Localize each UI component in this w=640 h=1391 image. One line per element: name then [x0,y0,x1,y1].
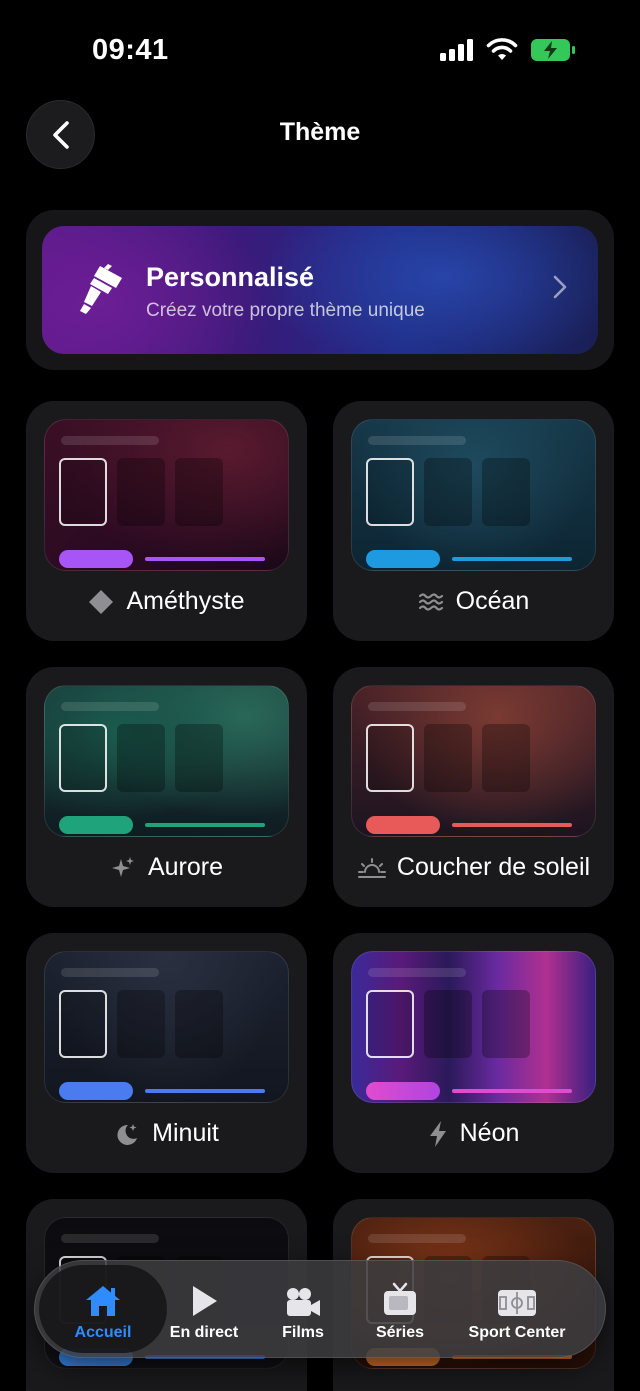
custom-theme-subtitle: Créez votre propre thème unique [146,300,425,321]
sunset-icon [357,857,386,878]
stadium-icon [498,1290,536,1316]
wifi-icon [486,38,518,60]
theme-label: Coucher de soleil [396,853,591,881]
theme-preview [44,951,289,1103]
battery-charging-icon [531,39,575,61]
theme-card-amethyste[interactable]: Améthyste [26,401,307,641]
theme-label: Néon [459,1119,520,1147]
tab-label: Films [282,1324,324,1341]
waves-icon [418,592,443,611]
theme-card-coucher-de-soleil[interactable]: Coucher de soleil [333,667,614,907]
tab-label: Séries [375,1324,425,1341]
tab-films[interactable]: Films [257,1261,349,1359]
cellular-signal-icon [440,39,473,61]
theme-screen: 09:41 Thème Personnalisé Créez votre pro… [0,0,640,1391]
bolt-icon [429,1120,446,1147]
theme-card-neon[interactable]: Néon [333,933,614,1173]
theme-label: Océan [455,587,530,615]
page-title: Thème [279,118,361,146]
custom-theme-title: Personnalisé [146,262,315,292]
status-bar: 09:41 [0,0,640,100]
tab-label: En direct [169,1324,239,1341]
theme-card-ocean[interactable]: Océan [333,401,614,641]
theme-preview [44,419,289,571]
diamond-icon [89,589,114,614]
tab-en-direct[interactable]: En direct [155,1261,253,1359]
theme-card-aurore[interactable]: Aurore [26,667,307,907]
sparkles-icon [111,856,134,877]
play-icon [193,1286,217,1316]
tab-sport-center[interactable]: Sport Center [455,1261,579,1359]
chevron-right-icon [553,275,567,299]
tv-icon [384,1282,416,1315]
house-icon [86,1286,120,1316]
moon-stars-icon [117,1123,138,1145]
theme-preview [44,685,289,837]
theme-label: Aurore [147,853,224,881]
theme-preview [351,685,596,837]
tab-label: Accueil [74,1324,132,1341]
theme-label: Minuit [152,1119,219,1147]
theme-preview [351,419,596,571]
theme-preview [351,951,596,1103]
tab-accueil[interactable]: Accueil [39,1261,167,1359]
status-time: 09:41 [92,34,169,66]
tab-series[interactable]: Séries [353,1261,447,1359]
theme-label: Améthyste [126,587,245,615]
paintbrush-icon [80,264,122,314]
tab-bar: Accueil En direct Films Séries Sport Cen… [34,1260,606,1358]
tab-label: Sport Center [468,1324,566,1341]
custom-theme-card[interactable]: Personnalisé Créez votre propre thème un… [42,226,598,354]
theme-card-minuit[interactable]: Minuit [26,933,307,1173]
movie-camera-icon [287,1288,320,1316]
custom-theme-section: Personnalisé Créez votre propre thème un… [26,210,614,370]
status-icons [440,38,576,62]
